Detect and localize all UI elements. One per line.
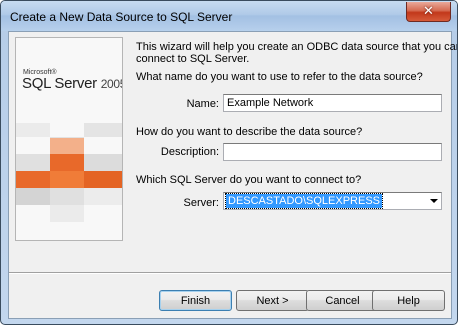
dialog-body: Microsoft® SQL Server 2005 This wizard w…	[8, 31, 457, 319]
next-button[interactable]: Next >	[236, 290, 309, 311]
decorative-tile	[16, 154, 50, 171]
server-dropdown[interactable]: DESCASTADO\SQLEXPRESS	[223, 192, 442, 210]
logo-product: SQL Server 2005	[22, 75, 122, 92]
close-button[interactable]: ✕	[406, 2, 451, 22]
server-selected-value: DESCASTADO\SQLEXPRESS	[224, 193, 384, 209]
sql-server-logo-panel: Microsoft® SQL Server 2005	[15, 37, 123, 241]
decorative-tile	[84, 154, 122, 171]
logo-product-name: SQL Server	[22, 75, 97, 92]
description-field[interactable]	[223, 143, 442, 161]
close-icon: ✕	[423, 4, 434, 19]
help-button[interactable]: Help	[372, 290, 445, 311]
intro-text-line1: This wizard will help you create an ODBC…	[136, 41, 457, 53]
finish-button[interactable]: Finish	[159, 290, 232, 311]
intro-text-line2: connect to SQL Server.	[136, 53, 250, 65]
button-separator	[9, 272, 451, 274]
decorative-tile	[84, 188, 122, 205]
decorative-tile	[84, 123, 122, 137]
window-title: Create a New Data Source to SQL Server	[10, 10, 233, 24]
title-bar[interactable]: Create a New Data Source to SQL Server ✕	[1, 1, 457, 31]
decorative-tile	[50, 205, 84, 222]
decorative-tile	[50, 188, 84, 205]
decorative-tile	[50, 171, 84, 188]
decorative-tile	[50, 138, 84, 154]
description-question: How do you want to describe the data sou…	[136, 126, 363, 138]
name-question: What name do you want to use to refer to…	[136, 71, 423, 83]
decorative-tile	[16, 123, 50, 137]
server-question: Which SQL Server do you want to connect …	[136, 174, 362, 186]
description-label: Description:	[160, 146, 219, 158]
decorative-tile	[84, 171, 122, 188]
name-label: Name:	[186, 98, 219, 110]
decorative-tile	[16, 171, 50, 188]
cancel-button[interactable]: Cancel	[306, 290, 379, 311]
chevron-down-icon[interactable]	[430, 199, 438, 203]
name-field[interactable]	[223, 94, 442, 112]
decorative-tile	[50, 154, 84, 171]
dialog-window: Create a New Data Source to SQL Server ✕…	[0, 0, 458, 325]
logo-product-version: 2005	[100, 77, 122, 91]
decorative-tile	[16, 188, 50, 205]
server-label: Server:	[183, 197, 219, 209]
